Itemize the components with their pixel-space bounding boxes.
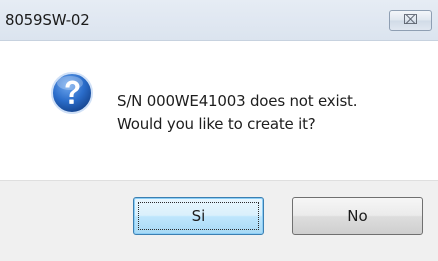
close-button[interactable]: ⌧ (389, 10, 432, 31)
message-dialog: 8059SW-02 ⌧ S/N 000WE41003 does not exis… (0, 0, 438, 261)
yes-button[interactable]: Si (133, 197, 264, 235)
message-line-1: S/N 000WE41003 does not exist. (117, 92, 358, 110)
window-title: 8059SW-02 (5, 11, 90, 29)
title-bar[interactable]: 8059SW-02 ⌧ (0, 0, 438, 41)
no-button[interactable]: No (292, 197, 423, 235)
yes-button-label: Si (191, 207, 206, 225)
question-icon (51, 72, 93, 114)
close-icon: ⌧ (403, 13, 418, 28)
message-line-2: Would you like to create it? (117, 115, 316, 133)
no-button-label: No (347, 207, 368, 225)
